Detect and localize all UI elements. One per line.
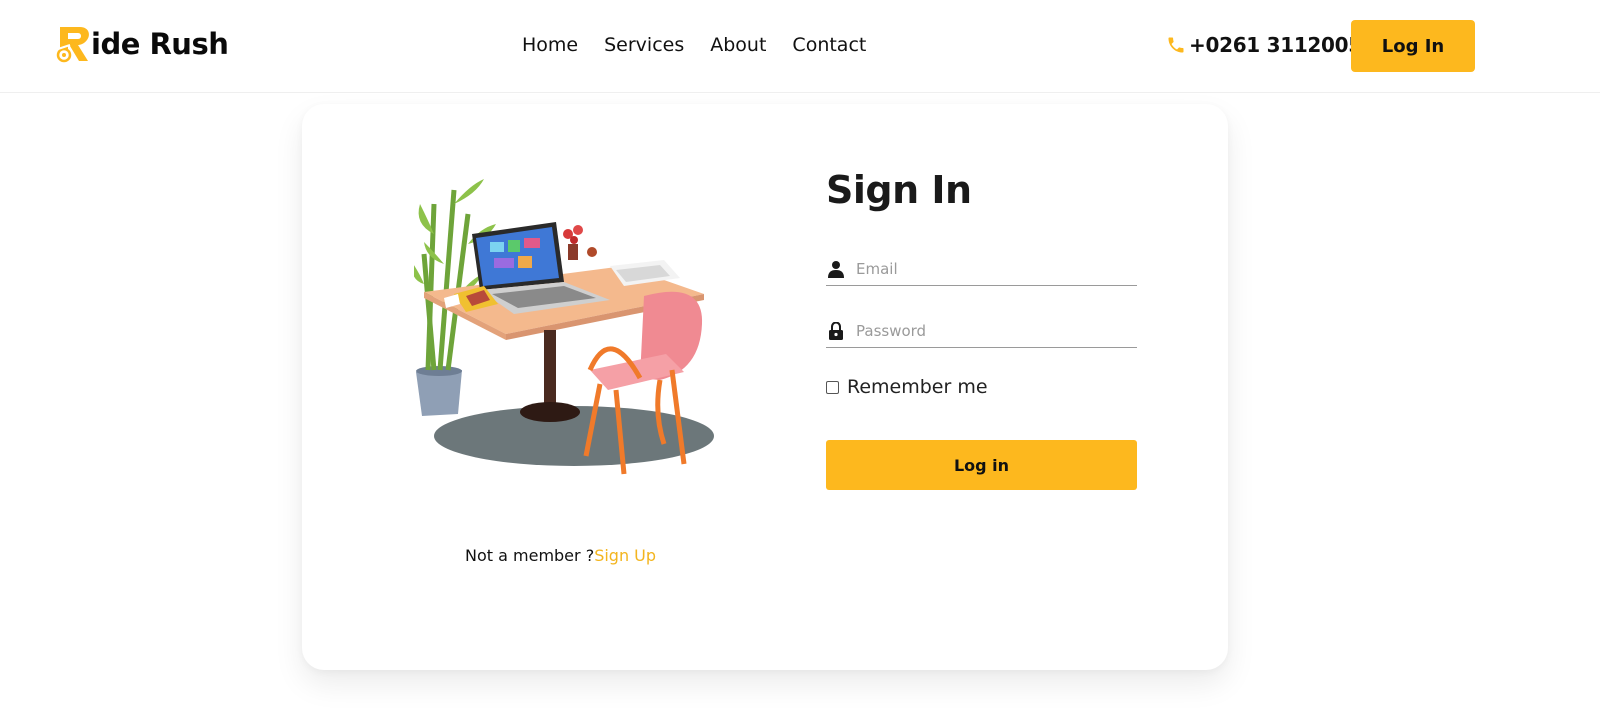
- logo[interactable]: ide Rush: [56, 24, 229, 64]
- signin-form: Sign In Remember me Log in: [826, 168, 1137, 490]
- remember-me: Remember me: [826, 376, 1137, 398]
- remember-checkbox[interactable]: [826, 380, 839, 394]
- phone-number: +0261 3112005: [1189, 33, 1362, 57]
- logo-icon: [56, 27, 89, 63]
- nav-item-services[interactable]: Services: [604, 34, 684, 56]
- phone-contact[interactable]: +0261 3112005: [1166, 33, 1362, 57]
- main-nav: Home Services About Contact: [522, 34, 866, 56]
- email-field-wrapper: [826, 252, 1137, 286]
- desk-illustration: [414, 179, 714, 475]
- user-icon: [828, 260, 844, 278]
- email-input[interactable]: [856, 259, 1126, 278]
- header-login-button[interactable]: Log In: [1351, 20, 1475, 72]
- remember-label: Remember me: [847, 376, 988, 398]
- lock-icon: [829, 321, 843, 340]
- nav-item-contact[interactable]: Contact: [792, 34, 866, 56]
- phone-icon: [1168, 37, 1184, 53]
- nav-item-about[interactable]: About: [710, 34, 766, 56]
- nav-item-home[interactable]: Home: [522, 34, 578, 56]
- signup-link[interactable]: Sign Up: [594, 546, 656, 565]
- page-title: Sign In: [826, 168, 972, 212]
- site-header: ide Rush Home Services About Contact +02…: [0, 0, 1600, 93]
- signin-card: Not a member ?Sign Up Sign In Remember m…: [302, 104, 1228, 670]
- login-button[interactable]: Log in: [826, 440, 1137, 490]
- signup-prompt-text: Not a member ?: [465, 546, 595, 565]
- password-input[interactable]: [856, 321, 1126, 340]
- brand-name: ide Rush: [91, 27, 229, 61]
- signup-prompt: Not a member ?Sign Up: [465, 546, 656, 565]
- password-field-wrapper: [826, 314, 1137, 348]
